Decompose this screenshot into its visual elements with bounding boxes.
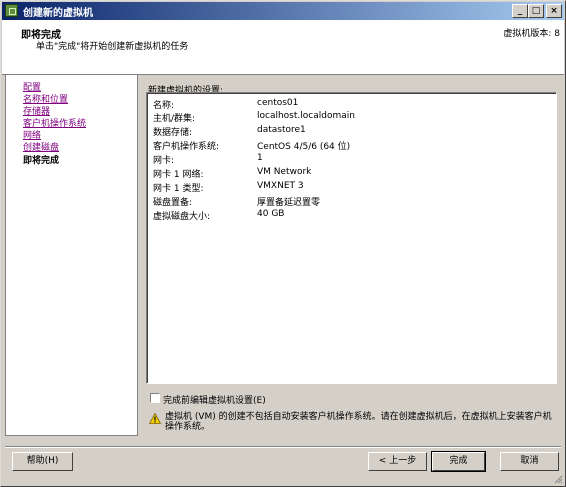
cancel-button[interactable]: 取消 [500, 452, 559, 471]
footer-divider [5, 446, 561, 448]
settings-value: CentOS 4/5/6 (64 位) [257, 142, 351, 152]
warning-message: 虚拟机 (VM) 的创建不包括自动安装客户机操作系统。请在创建虚拟机后，在虚拟机… [165, 412, 552, 432]
settings-value: VMXNET 3 [257, 181, 304, 191]
page-subtitle: 单击"完成"将开始创建新虚拟机的任务 [36, 42, 189, 52]
settings-key: 磁盘置备: [153, 198, 193, 208]
settings-value: 厚置备延迟置零 [257, 198, 321, 208]
settings-value: localhost.localdomain [257, 111, 355, 121]
edit-settings-checkbox[interactable] [150, 393, 160, 403]
settings-key: 客户机操作系统: [153, 142, 220, 152]
back-button[interactable]: < 上一步 [368, 452, 427, 471]
help-button[interactable]: 帮助(H) [12, 452, 73, 471]
window-title: 创建新的虚拟机 [23, 8, 93, 19]
settings-key: 主机/群集: [153, 114, 196, 124]
settings-value: datastore1 [257, 125, 306, 135]
vm-version-label: 虚拟机版本: 8 [503, 29, 560, 39]
resize-grip-icon[interactable] [553, 474, 563, 484]
vm-app-icon [5, 4, 18, 17]
nav-step-ready-to-complete: 即将完成 [23, 156, 60, 166]
create-vm-wizard-window: 创建新的虚拟机 _ □ × 即将完成 单击"完成"将开始创建新虚拟机的任务 虚拟… [0, 0, 566, 487]
close-button[interactable]: × [546, 4, 562, 18]
wizard-step-nav: 配置 名称和位置 存储器 客户机操作系统 网络 创建磁盘 即将完成 [5, 74, 138, 436]
wizard-header: 即将完成 单击"完成"将开始创建新虚拟机的任务 虚拟机版本: 8 [2, 20, 564, 75]
finish-button[interactable]: 完成 [431, 451, 486, 472]
settings-key: 数据存储: [153, 128, 193, 138]
maximize-button[interactable]: □ [528, 4, 544, 18]
settings-value: 40 GB [257, 209, 285, 219]
settings-key: 虚拟磁盘大小: [153, 212, 211, 222]
settings-summary-box[interactable]: 名称: centos01 主机/群集: localhost.localdomain … [146, 92, 557, 384]
warning-icon [149, 413, 161, 424]
nav-step-create-disk[interactable]: 创建磁盘 [23, 140, 59, 153]
settings-key: 网卡 1 网络: [153, 170, 204, 180]
settings-value: VM Network [257, 167, 312, 177]
settings-value: centos01 [257, 98, 299, 108]
settings-value: 1 [257, 153, 263, 163]
settings-key: 网卡 1 类型: [153, 184, 204, 194]
title-bar[interactable]: 创建新的虚拟机 _ □ × [2, 2, 564, 20]
settings-key: 网卡: [153, 156, 175, 166]
settings-key: 名称: [153, 101, 175, 111]
edit-settings-checkbox-label[interactable]: 完成前编辑虚拟机设置(E) [163, 393, 266, 406]
minimize-button[interactable]: _ [512, 4, 528, 18]
